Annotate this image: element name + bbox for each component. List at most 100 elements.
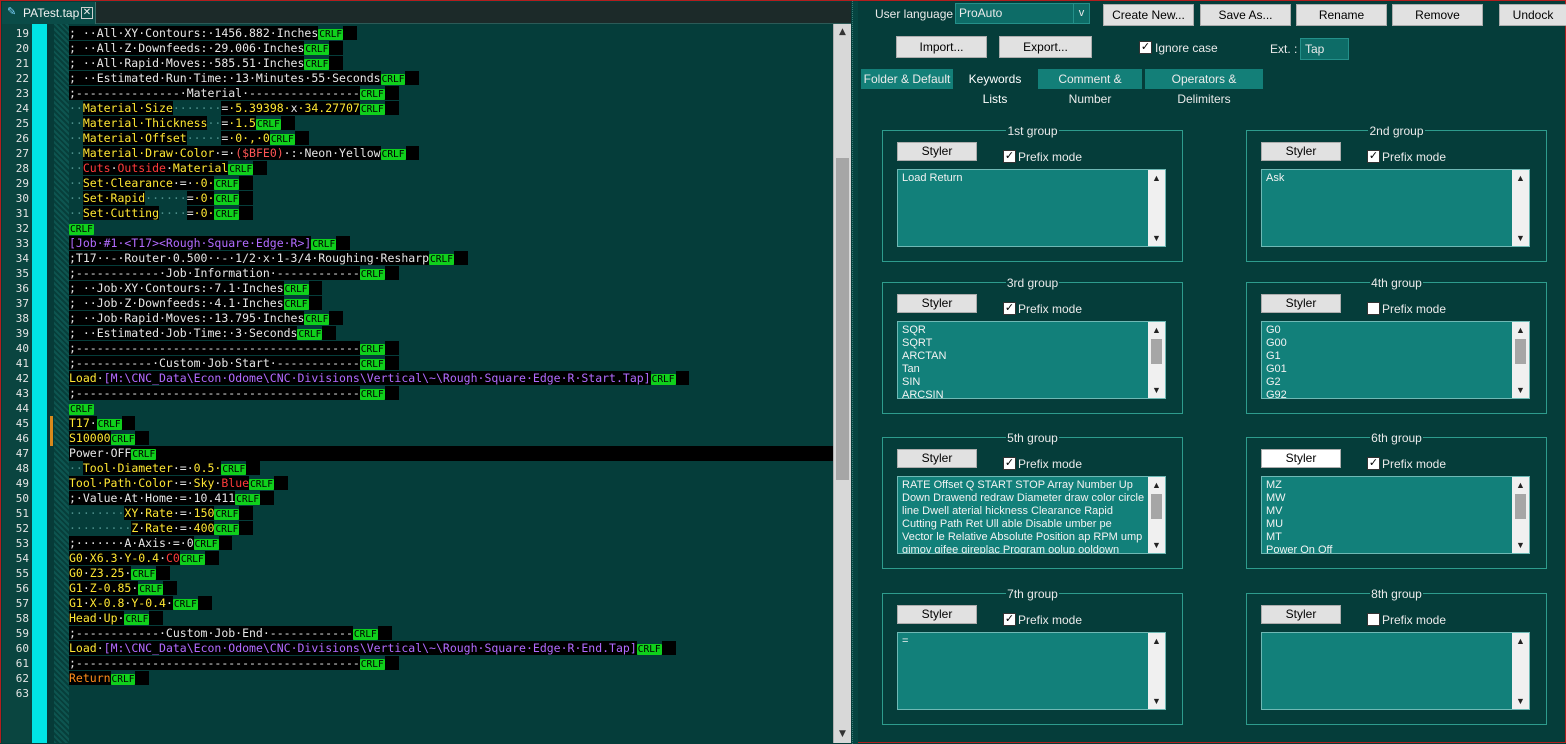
- code-line[interactable]: ; ··Job·Z·Downfeeds:·4.1·InchesCRLF: [69, 296, 323, 311]
- keyword-list-textarea[interactable]: SQR SQRT ARCTAN Tan SIN ARCSIN ▲ ▼: [897, 321, 1166, 399]
- code-line[interactable]: Load·[M:\CNC_Data\Econ·Odome\CNC·Divisio…: [69, 371, 690, 386]
- code-line[interactable]: ··Material·Size·······=·5.39398·x·34.277…: [69, 101, 399, 116]
- rename-button[interactable]: Rename: [1296, 4, 1387, 26]
- styler-button[interactable]: Styler: [897, 142, 977, 161]
- code-line[interactable]: Tool·Path·Color·=·Sky·BlueCRLF: [69, 476, 288, 491]
- code-line[interactable]: ··Set·Clearance·=··0·CRLF: [69, 176, 254, 191]
- code-line[interactable]: ··Material·Draw·Color·=·($BFE0)·:·Neon·Y…: [69, 146, 420, 161]
- code-line[interactable]: ;-----------·Custom·Job·Start·----------…: [69, 356, 399, 371]
- code-line[interactable]: ; ··Job·XY·Contours:·7.1·InchesCRLF: [69, 281, 323, 296]
- tab-operators-delimiters[interactable]: Operators & Delimiters: [1145, 69, 1263, 106]
- code-line[interactable]: ;---------------·Material·--------------…: [69, 86, 399, 101]
- scrollbar-thumb[interactable]: [836, 158, 849, 480]
- scrollbar-thumb[interactable]: [1515, 339, 1526, 364]
- code-line[interactable]: ········XY·Rate·=·150CRLF: [69, 506, 254, 521]
- scroll-down-arrow-icon[interactable]: ▼: [1148, 382, 1165, 398]
- code-line[interactable]: ; ··Estimated·Job·Time:·3·SecondsCRLF: [69, 326, 337, 341]
- scroll-up-arrow-icon[interactable]: ▲: [1512, 477, 1529, 493]
- code-line[interactable]: ReturnCRLF: [69, 671, 150, 686]
- scroll-down-arrow-icon[interactable]: ▼: [1512, 382, 1529, 398]
- keyword-list-textarea[interactable]: Ask ▲ ▼: [1261, 169, 1530, 247]
- code-line[interactable]: S10000CRLF: [69, 431, 150, 446]
- code-line[interactable]: ; ··All·Z·Downfeeds:·29.006·InchesCRLF: [69, 41, 344, 56]
- code-line[interactable]: ··Material·Offset·····=·0·,·0CRLF: [69, 131, 309, 146]
- code-line[interactable]: ;·······A·Axis·=·0CRLF: [69, 536, 233, 551]
- scroll-down-arrow-icon[interactable]: ▼: [1148, 693, 1165, 709]
- fold-margin[interactable]: [32, 24, 47, 743]
- editor-vertical-scrollbar[interactable]: ▲ ▼: [833, 24, 851, 743]
- scroll-down-arrow-icon[interactable]: ▼: [1512, 230, 1529, 246]
- prefix-mode-checkbox[interactable]: [1367, 302, 1380, 315]
- prefix-mode-checkbox[interactable]: [1367, 613, 1380, 626]
- keyword-list-textarea[interactable]: RATE Offset Q START STOP Array Number Up…: [897, 476, 1166, 554]
- code-line[interactable]: ;------------·Custom·Job·End·-----------…: [69, 626, 392, 641]
- keyword-list-scrollbar[interactable]: ▲ ▼: [1148, 633, 1165, 709]
- scrollbar-thumb[interactable]: [1515, 494, 1526, 519]
- undock-button[interactable]: Undock: [1499, 4, 1566, 26]
- keyword-list-scrollbar[interactable]: ▲ ▼: [1512, 633, 1529, 709]
- styler-button[interactable]: Styler: [1261, 142, 1341, 161]
- code-line[interactable]: ; ··All·XY·Contours:·1456.882·InchesCRLF: [69, 26, 357, 41]
- keyword-list-textarea[interactable]: = ▲ ▼: [897, 632, 1166, 710]
- dropdown-arrow-icon[interactable]: v: [1073, 4, 1089, 23]
- code-line[interactable]: ··Tool·Diameter·=·0.5·CRLF: [69, 461, 261, 476]
- code-line[interactable]: ;---------------------------------------…: [69, 341, 399, 356]
- code-line[interactable]: G1·Z-0.85·CRLF: [69, 581, 178, 596]
- scrollbar-thumb[interactable]: [1151, 339, 1162, 364]
- code-line[interactable]: ··Cuts·Outside·MaterialCRLF: [69, 161, 268, 176]
- code-line[interactable]: ··Material·Thickness··=·1.5CRLF: [69, 116, 295, 131]
- code-area[interactable]: ; ··All·XY·Contours:·1456.882·InchesCRLF…: [69, 24, 833, 743]
- scroll-up-arrow-icon[interactable]: ▲: [1512, 170, 1529, 186]
- scroll-up-arrow-icon[interactable]: ▲: [1148, 633, 1165, 649]
- keyword-list-scrollbar[interactable]: ▲ ▼: [1512, 477, 1529, 553]
- code-line[interactable]: ··Set·Cutting····=·0·CRLF: [69, 206, 254, 221]
- import-button[interactable]: Import...: [896, 36, 987, 58]
- code-line[interactable]: [Job·#1·<T17><Rough·Square·Edge·R>]CRLF: [69, 236, 351, 251]
- keyword-list-scrollbar[interactable]: ▲ ▼: [1148, 170, 1165, 246]
- keyword-list-textarea[interactable]: Load Return ▲ ▼: [897, 169, 1166, 247]
- scroll-up-arrow-icon[interactable]: ▲: [1148, 322, 1165, 338]
- code-line[interactable]: ;T17··-·Router·0.500··-·1/2·x·1-3/4·Roug…: [69, 251, 468, 266]
- prefix-mode-checkbox[interactable]: ✓: [1367, 150, 1380, 163]
- extension-input[interactable]: Tap: [1300, 38, 1349, 60]
- file-tab[interactable]: ✎ PATest.tap ✕: [2, 2, 96, 24]
- prefix-mode-checkbox[interactable]: ✓: [1003, 613, 1016, 626]
- code-line[interactable]: ··Set·Rapid······=·0·CRLF: [69, 191, 254, 206]
- prefix-mode-checkbox[interactable]: ✓: [1367, 457, 1380, 470]
- scroll-up-arrow-icon[interactable]: ▲: [1148, 170, 1165, 186]
- selection-margin[interactable]: [54, 24, 69, 743]
- code-line[interactable]: ; ··All·Rapid·Moves:·585.51·InchesCRLF: [69, 56, 344, 71]
- scroll-up-arrow-icon[interactable]: ▲: [1512, 322, 1529, 338]
- scroll-down-arrow-icon[interactable]: ▼: [1512, 537, 1529, 553]
- prefix-mode-checkbox[interactable]: ✓: [1003, 150, 1016, 163]
- code-line[interactable]: CRLF: [69, 401, 94, 416]
- scroll-down-arrow-icon[interactable]: ▼: [1148, 230, 1165, 246]
- styler-button[interactable]: Styler: [1261, 294, 1341, 313]
- prefix-mode-checkbox[interactable]: ✓: [1003, 457, 1016, 470]
- styler-button[interactable]: Styler: [1261, 449, 1341, 468]
- scroll-down-arrow-icon[interactable]: ▼: [1148, 537, 1165, 553]
- code-line[interactable]: ;---------------------------------------…: [69, 656, 399, 671]
- close-tab-icon[interactable]: ✕: [81, 7, 93, 19]
- scroll-up-arrow-icon[interactable]: ▲: [834, 24, 851, 41]
- scrollbar-thumb[interactable]: [1151, 494, 1162, 519]
- scroll-down-arrow-icon[interactable]: ▼: [834, 726, 851, 743]
- code-line[interactable]: Power·OFFCRLF: [69, 446, 171, 461]
- code-line[interactable]: ;·Value·At·Home·=·10.411CRLF: [69, 491, 274, 506]
- code-line[interactable]: G0·X6.3·Y-0.4·C0CRLF: [69, 551, 219, 566]
- code-line[interactable]: CRLF: [69, 221, 94, 236]
- ignore-case-checkbox[interactable]: ✓: [1139, 41, 1152, 54]
- tab-folder-default[interactable]: Folder & Default: [861, 69, 953, 89]
- keyword-list-scrollbar[interactable]: ▲ ▼: [1148, 322, 1165, 398]
- styler-button[interactable]: Styler: [897, 294, 977, 313]
- keyword-list-scrollbar[interactable]: ▲ ▼: [1512, 170, 1529, 246]
- create-new-button[interactable]: Create New...: [1103, 4, 1194, 26]
- code-line[interactable]: ; ··Job·Rapid·Moves:·13.795·InchesCRLF: [69, 311, 344, 326]
- styler-button[interactable]: Styler: [897, 605, 977, 624]
- save-as-button[interactable]: Save As...: [1200, 4, 1291, 26]
- keyword-list-textarea[interactable]: ▲ ▼: [1261, 632, 1530, 710]
- tab-keywords-lists[interactable]: Keywords Lists: [955, 69, 1035, 106]
- remove-button[interactable]: Remove: [1392, 4, 1483, 26]
- tab-comment-number[interactable]: Comment & Number: [1038, 69, 1142, 106]
- code-line[interactable]: ·········Z·Rate·=·400CRLF: [69, 521, 254, 536]
